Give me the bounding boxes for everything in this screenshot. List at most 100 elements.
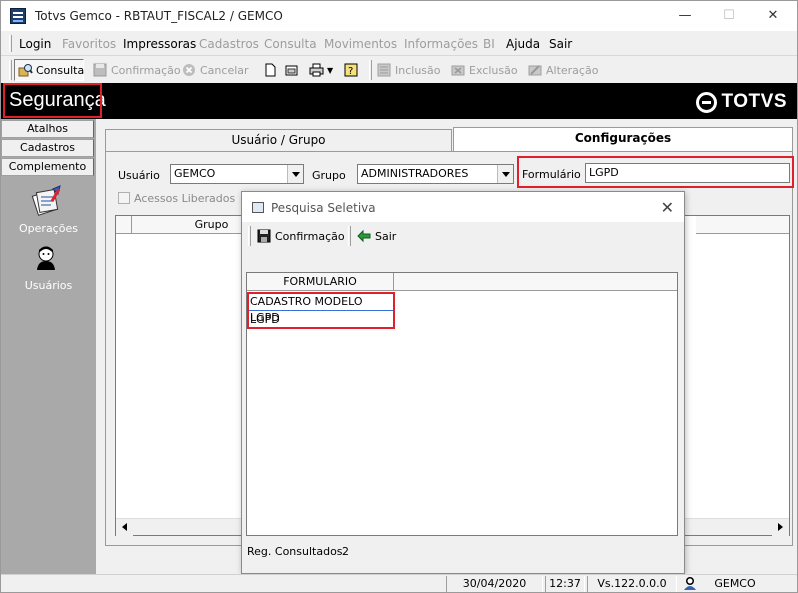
help-icon: ? xyxy=(344,63,359,77)
status-time: 12:37 xyxy=(545,576,585,592)
menu-movimentos[interactable]: Movimentos xyxy=(324,37,397,51)
menu-cadastros[interactable]: Cadastros xyxy=(199,37,259,51)
highlight-box-title xyxy=(3,83,102,118)
module-header: Segurança TOTVS xyxy=(1,83,797,119)
delete-record-icon xyxy=(451,63,466,77)
sidebar-tab-atalhos[interactable]: Atalhos xyxy=(1,120,94,138)
sidebar-tab-cadastros[interactable]: Cadastros xyxy=(1,139,94,157)
menu-login[interactable]: Login xyxy=(19,37,51,51)
scroll-right-button[interactable] xyxy=(772,519,789,536)
chevron-down-icon[interactable] xyxy=(497,165,513,183)
logo-text: TOTVS xyxy=(721,91,787,112)
new-document-icon xyxy=(263,63,278,77)
records-count: 2 xyxy=(342,545,349,558)
alteracao-label: Alteração xyxy=(546,63,599,77)
menu-bar: Login Favoritos Impressoras Cadastros Co… xyxy=(1,32,797,56)
printer-button[interactable]: ▼ xyxy=(306,59,336,81)
tab-configuracoes[interactable]: Configurações xyxy=(453,127,793,151)
chevron-down-icon[interactable] xyxy=(287,165,303,183)
save-icon xyxy=(93,63,108,77)
inclusao-button[interactable]: Inclusão xyxy=(374,59,444,81)
add-record-icon xyxy=(377,63,392,77)
records-label: Reg. Consultados xyxy=(247,545,343,558)
column-header-empty xyxy=(394,273,677,291)
exclusao-button[interactable]: Exclusão xyxy=(448,59,521,81)
printer-icon xyxy=(309,63,324,77)
app-window: Totvs Gemco - RBTAUT_FISCAL2 / GEMCO — ☐… xyxy=(0,0,798,593)
close-button[interactable]: ✕ xyxy=(753,6,793,26)
inclusao-label: Inclusão xyxy=(395,63,441,77)
confirmacao-label: Confirmação xyxy=(111,63,181,77)
toolbar-separator xyxy=(348,226,351,246)
acessos-liberados-checkbox[interactable] xyxy=(118,192,130,204)
menu-favoritos[interactable]: Favoritos xyxy=(62,37,116,51)
menu-consulta[interactable]: Consulta xyxy=(264,37,317,51)
dialog-toolbar: Confirmação Sair xyxy=(242,223,684,249)
grid-corner xyxy=(116,216,132,234)
menu-ajuda[interactable]: Ajuda xyxy=(506,37,540,51)
consulta-button[interactable]: Consulta xyxy=(14,59,84,81)
sidebar-item-usuarios[interactable]: Usuários xyxy=(1,279,96,292)
status-user: GEMCO xyxy=(714,577,756,590)
cancelar-button[interactable]: Cancelar xyxy=(179,59,252,81)
cancelar-label: Cancelar xyxy=(200,63,249,77)
chevron-down-icon: ▼ xyxy=(327,65,334,75)
save-icon xyxy=(257,229,272,243)
window-title: Totvs Gemco - RBTAUT_FISCAL2 / GEMCO xyxy=(35,9,283,23)
dialog-confirm-label: Confirmação xyxy=(275,229,345,243)
menu-impressoras[interactable]: Impressoras xyxy=(123,37,196,51)
confirmacao-button[interactable]: Confirmação xyxy=(90,59,184,81)
dialog-confirm-button[interactable]: Confirmação xyxy=(254,225,348,247)
window-icon xyxy=(252,202,264,213)
dialog-title-bar: Pesquisa Seletiva ✕ xyxy=(242,192,684,222)
highlight-box-results xyxy=(247,292,395,329)
column-header-formulario[interactable]: FORMULARIO xyxy=(247,273,394,291)
menu-bi[interactable]: BI xyxy=(483,37,495,51)
status-bar: 30/04/2020 12:37 Vs.122.0.0.0 GEMCO xyxy=(1,574,797,592)
menu-informacoes[interactable]: Informações xyxy=(404,37,478,51)
usuario-select[interactable]: GEMCO xyxy=(170,164,304,184)
cancel-icon xyxy=(182,63,197,77)
menu-sair[interactable]: Sair xyxy=(549,37,572,51)
toolbar-separator xyxy=(369,60,372,80)
app-icon xyxy=(10,8,26,24)
toolbar-grip xyxy=(9,60,12,80)
users-icon[interactable] xyxy=(34,245,60,271)
arrow-left-icon xyxy=(357,229,372,243)
totvs-logo: TOTVS xyxy=(695,91,788,113)
scroll-left-button[interactable] xyxy=(116,519,133,536)
user-status-icon xyxy=(679,576,701,592)
dialog-results-grid[interactable]: FORMULARIO CADASTRO MODELO LGPD LGPD xyxy=(246,272,678,536)
toolbar-grip xyxy=(248,226,251,246)
status-date: 30/04/2020 xyxy=(446,576,543,592)
close-icon[interactable]: ✕ xyxy=(661,198,674,217)
search-dialog: Pesquisa Seletiva ✕ Confirmação Sair FOR… xyxy=(241,191,685,574)
help-button[interactable]: ? xyxy=(341,59,365,81)
acessos-liberados-label: Acessos Liberados xyxy=(134,192,236,205)
usuario-label: Usuário xyxy=(118,169,160,182)
print-preview-button[interactable] xyxy=(281,59,305,81)
dialog-exit-button[interactable]: Sair xyxy=(354,225,399,247)
arrow-left-icon xyxy=(122,523,127,531)
main-toolbar: Consulta Confirmação Cancelar ▼ ? Inclus… xyxy=(1,57,797,83)
exclusao-label: Exclusão xyxy=(469,63,518,77)
grupo-label: Grupo xyxy=(312,169,346,182)
grupo-value: ADMINISTRADORES xyxy=(361,167,469,180)
consulta-label: Consulta xyxy=(36,63,85,77)
dialog-title: Pesquisa Seletiva xyxy=(271,201,376,215)
print-preview-icon xyxy=(284,63,299,77)
grupo-select[interactable]: ADMINISTRADORES xyxy=(357,164,514,184)
maximize-button[interactable]: ☐ xyxy=(709,6,749,26)
highlight-box-formulario xyxy=(517,156,794,188)
usuario-value: GEMCO xyxy=(174,167,216,180)
menu-grip xyxy=(9,35,12,52)
svg-text:?: ? xyxy=(348,66,353,77)
edit-record-icon xyxy=(528,63,543,77)
arrow-right-icon xyxy=(778,523,783,531)
minimize-button[interactable]: — xyxy=(665,6,705,26)
alteracao-button[interactable]: Alteração xyxy=(525,59,601,81)
tab-usuario-grupo[interactable]: Usuário / Grupo xyxy=(105,129,452,151)
operations-icon[interactable] xyxy=(29,185,65,217)
sidebar-tab-complemento[interactable]: Complemento xyxy=(1,158,94,176)
sidebar-item-operacoes[interactable]: Operações xyxy=(1,222,96,235)
